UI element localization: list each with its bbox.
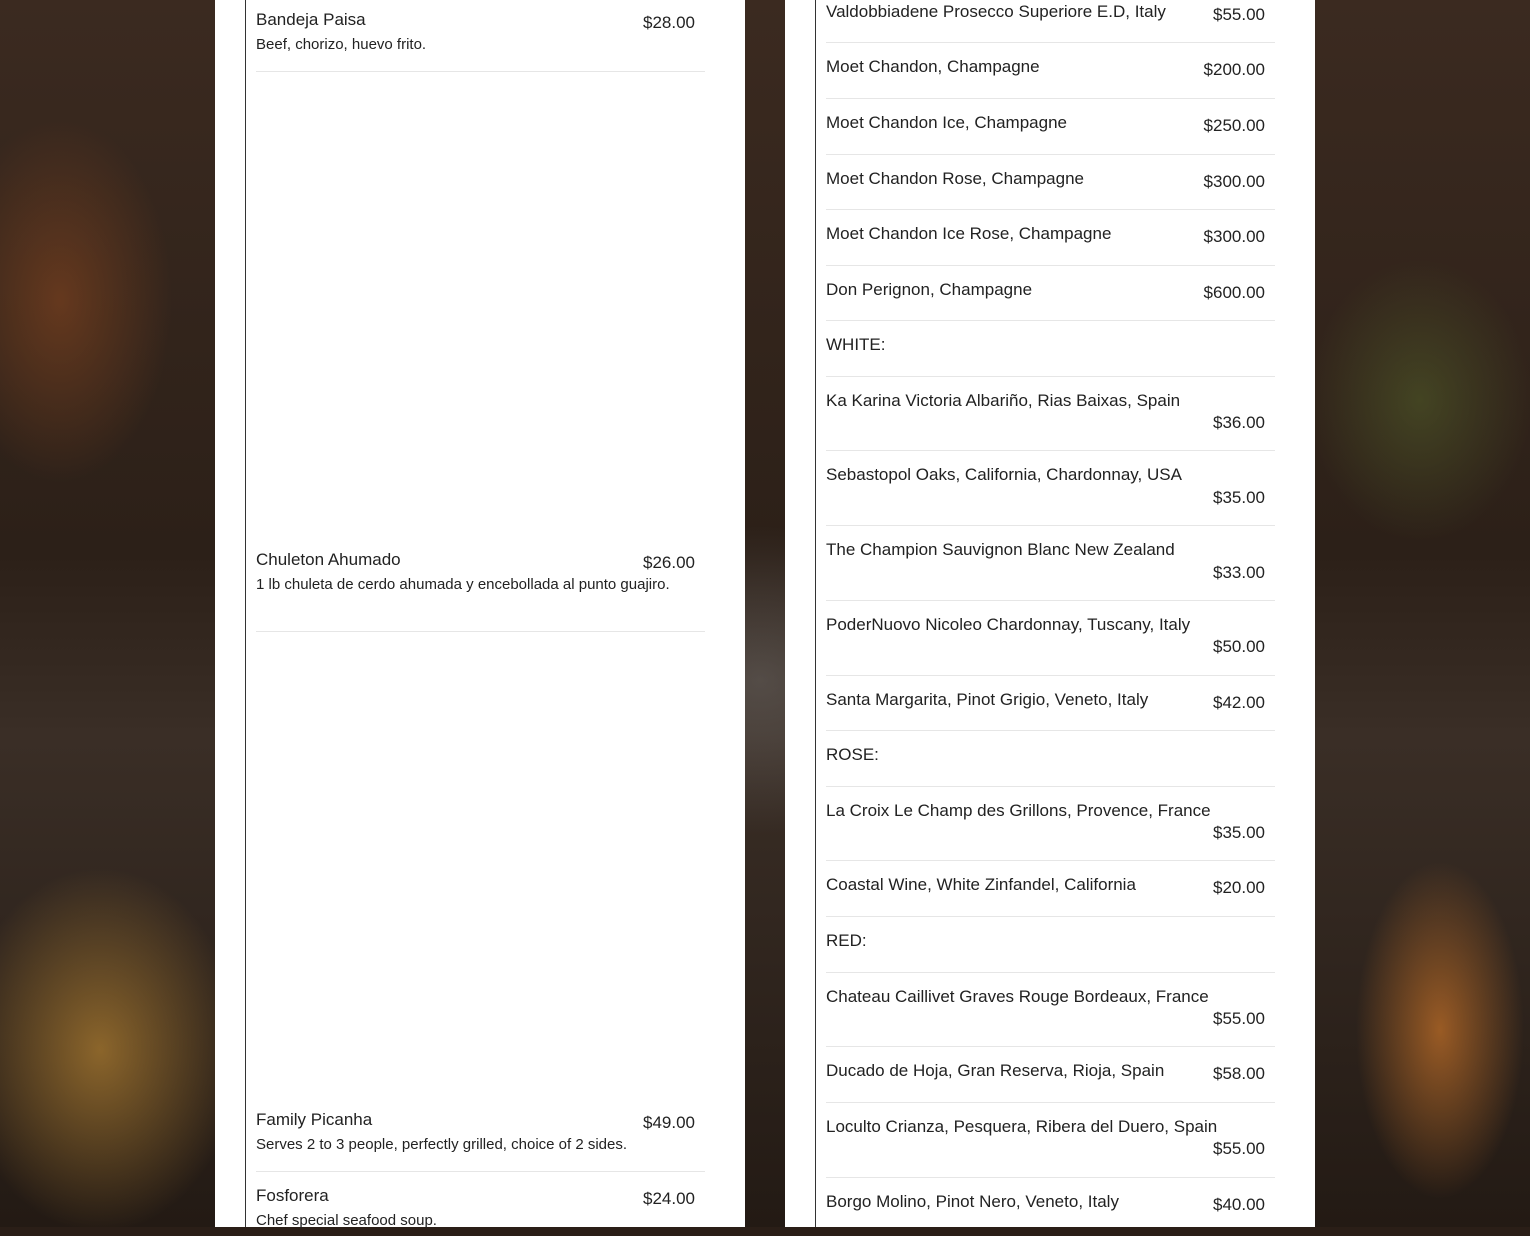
wine-item-price: $20.00 <box>1213 878 1265 897</box>
menu-item-price: $26.00 <box>643 553 695 572</box>
wine-item: PoderNuovo Nicoleo Chardonnay, Tuscany, … <box>826 600 1275 676</box>
wine-item: Ka Karina Victoria Albariño, Rias Baixas… <box>826 376 1275 451</box>
wine-item: Loculto Crianza, Pesquera, Ribera del Du… <box>826 1102 1275 1178</box>
wine-item-name: The Champion Sauvignon Blanc New Zealand <box>826 540 1175 559</box>
wine-item-name: Valdobbiadene Prosecco Superiore E.D, It… <box>826 2 1166 21</box>
wine-item: Chateau Caillivet Graves Rouge Bordeaux,… <box>826 972 1275 1047</box>
wine-item: Valdobbiadene Prosecco Superiore E.D, It… <box>826 0 1275 43</box>
wine-section-label: WHITE: <box>826 335 886 354</box>
wine-item-name: Sebastopol Oaks, California, Chardonnay,… <box>826 465 1182 484</box>
wine-item-name: Santa Margarita, Pinot Grigio, Veneto, I… <box>826 690 1149 709</box>
wine-item: Don Perignon, Champagne $600.00 <box>826 265 1275 321</box>
wine-item-name: Moet Chandon Ice, Champagne <box>826 113 1067 132</box>
menu-item-description: Serves 2 to 3 people, perfectly grilled,… <box>256 1136 628 1153</box>
menu-item-family-picanha: Family Picanha $49.00 Serves 2 to 3 peop… <box>256 1100 705 1172</box>
wine-item-price: $58.00 <box>1213 1064 1265 1083</box>
menu-item-price: $28.00 <box>643 13 695 32</box>
wine-item-name: Ka Karina Victoria Albariño, Rias Baixas… <box>826 391 1181 410</box>
wine-section-heading-red: RED: <box>826 916 1275 973</box>
menu-item-price: $24.00 <box>643 1189 695 1208</box>
menu-item-price: $49.00 <box>643 1113 695 1132</box>
wine-section-label: RED: <box>826 931 867 950</box>
wine-item-name: Chateau Caillivet Graves Rouge Bordeaux,… <box>826 987 1209 1006</box>
wine-item: Sebastopol Oaks, California, Chardonnay,… <box>826 450 1275 526</box>
wine-item: La Croix Le Champ des Grillons, Provence… <box>826 786 1275 861</box>
food-menu-column: Bandeja Paisa $28.00 Beef, chorizo, huev… <box>215 0 745 1229</box>
wine-item-name: Moet Chandon Ice Rose, Champagne <box>826 224 1112 243</box>
wine-item-price: $35.00 <box>1213 488 1265 507</box>
menu-card-border <box>815 0 816 1227</box>
wine-item-price: $50.00 <box>1213 637 1265 656</box>
wine-item: Coastal Wine, White Zinfandel, Californi… <box>826 860 1275 917</box>
wine-item: The Champion Sauvignon Blanc New Zealand… <box>826 525 1275 601</box>
wine-item: Moet Chandon, Champagne $200.00 <box>826 42 1275 99</box>
wine-item-price: $42.00 <box>1213 693 1265 712</box>
wine-item-price: $55.00 <box>1213 1139 1265 1158</box>
menu-item-name: Chuleton Ahumado <box>256 550 401 569</box>
wine-section-heading-rose: ROSE: <box>826 730 1275 787</box>
menu-item-description: Chef special seafood soup. <box>256 1212 437 1229</box>
wine-item-price: $300.00 <box>1203 227 1265 246</box>
wine-section-label: ROSE: <box>826 745 879 764</box>
wine-item-name: Ducado de Hoja, Gran Reserva, Rioja, Spa… <box>826 1061 1165 1080</box>
menu-item-name: Family Picanha <box>256 1110 373 1129</box>
wine-item-name: Borgo Molino, Pinot Nero, Veneto, Italy <box>826 1192 1119 1211</box>
menu-item-description: 1 lb chuleta de cerdo ahumada y enceboll… <box>256 576 670 593</box>
wine-item-name: La Croix Le Champ des Grillons, Provence… <box>826 801 1211 820</box>
wine-item: Borgo Molino, Pinot Nero, Veneto, Italy … <box>826 1177 1275 1227</box>
menu-item-name: Fosforera <box>256 1186 329 1205</box>
menu-item-name: Bandeja Paisa <box>256 10 366 29</box>
wine-item-price: $55.00 <box>1213 5 1265 24</box>
menu-item-fosforera: Fosforera $24.00 Chef special seafood so… <box>256 1176 705 1236</box>
wine-item-name: Moet Chandon, Champagne <box>826 57 1040 76</box>
wine-item-name: Moet Chandon Rose, Champagne <box>826 169 1084 188</box>
wine-item: Moet Chandon Ice Rose, Champagne $300.00 <box>826 209 1275 266</box>
wine-item-name: Don Perignon, Champagne <box>826 280 1033 299</box>
wine-item-name: Loculto Crianza, Pesquera, Ribera del Du… <box>826 1117 1218 1136</box>
wine-item-price: $36.00 <box>1213 413 1265 432</box>
wine-section-heading-white: WHITE: <box>826 320 1275 377</box>
wine-item: Moet Chandon Ice, Champagne $250.00 <box>826 98 1275 155</box>
wine-item-name: Coastal Wine, White Zinfandel, Californi… <box>826 875 1136 894</box>
wine-item-price: $40.00 <box>1213 1195 1265 1214</box>
wine-item-name: PoderNuovo Nicoleo Chardonnay, Tuscany, … <box>826 615 1191 634</box>
menu-card-border <box>245 0 246 1227</box>
wine-item-price: $33.00 <box>1213 563 1265 582</box>
menu-item-bandeja-paisa: Bandeja Paisa $28.00 Beef, chorizo, huev… <box>256 0 705 72</box>
menu-item-description: Beef, chorizo, huevo frito. <box>256 36 427 53</box>
wine-item-price: $600.00 <box>1203 283 1265 302</box>
wine-item: Moet Chandon Rose, Champagne $300.00 <box>826 154 1275 210</box>
wine-menu-column: Valdobbiadene Prosecco Superiore E.D, It… <box>785 0 1315 1227</box>
wine-item-price: $200.00 <box>1203 60 1265 79</box>
wine-item-price: $55.00 <box>1213 1009 1265 1028</box>
wine-item-price: $300.00 <box>1203 172 1265 191</box>
wine-item: Santa Margarita, Pinot Grigio, Veneto, I… <box>826 675 1275 731</box>
wine-item-price: $35.00 <box>1213 823 1265 842</box>
menu-item-chuleton-ahumado: Chuleton Ahumado $26.00 1 lb chuleta de … <box>256 540 705 632</box>
wine-item: Ducado de Hoja, Gran Reserva, Rioja, Spa… <box>826 1046 1275 1103</box>
wine-item-price: $250.00 <box>1203 116 1265 135</box>
